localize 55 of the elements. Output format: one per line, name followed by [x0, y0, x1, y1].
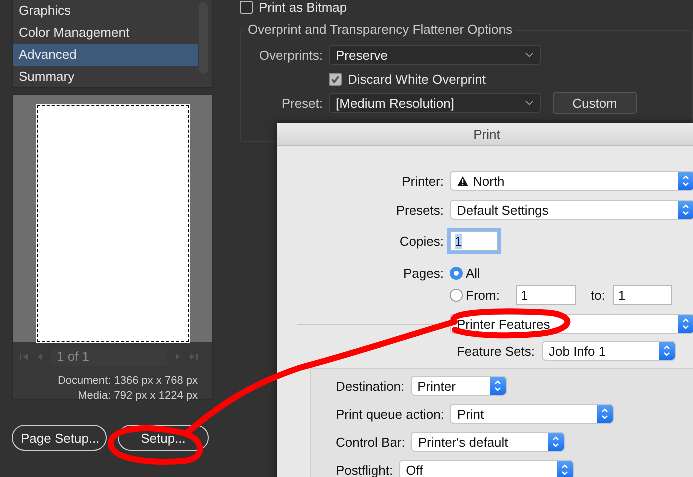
last-page-icon[interactable]	[189, 352, 199, 362]
category-item[interactable]: Graphics	[13, 0, 198, 22]
field-label: Presets:	[395, 202, 444, 218]
stepper-icon	[597, 405, 614, 423]
overprints-dropdown[interactable]: Preserve	[329, 45, 541, 65]
warning-icon	[457, 176, 469, 186]
checkbox[interactable]	[329, 72, 342, 86]
from-page-field[interactable]: 1	[516, 285, 576, 305]
preset-dropdown[interactable]: [Medium Resolution]	[329, 93, 541, 113]
checkbox[interactable]	[240, 0, 253, 14]
chevron-icon	[525, 100, 534, 106]
device-select[interactable]: North	[450, 171, 693, 191]
field-label: Overprints:	[258, 48, 323, 62]
stepper-icon	[490, 377, 506, 395]
checkbox-label: Print as Bitmap	[259, 0, 348, 14]
scrollbar[interactable]	[199, 2, 208, 74]
window-title: Print	[474, 126, 500, 142]
setting-popup[interactable]: Off	[399, 460, 574, 477]
radio-button[interactable]: From:	[450, 288, 500, 302]
field-label: Destination:	[336, 378, 405, 394]
setting-popup[interactable]: Print	[450, 404, 614, 424]
field-label: Printer:	[401, 174, 444, 188]
first-page-icon[interactable]	[19, 352, 29, 362]
radio-button[interactable]: All	[450, 266, 480, 280]
feature-sets-popup[interactable]: Job Info 1	[542, 341, 676, 361]
field-label: Copies:	[398, 234, 444, 248]
to-page-field[interactable]: 1	[613, 285, 672, 305]
stepper-icon	[678, 315, 693, 333]
category-item[interactable]: Color Management	[13, 22, 198, 44]
setting-popup[interactable]: Printer's default	[411, 432, 566, 452]
group-title: Overprint and Transparency Flattener Options	[245, 22, 516, 37]
stepper-icon	[557, 461, 574, 477]
checkbox-label: Discard White Overprint	[348, 72, 486, 86]
field-label: Control Bar:	[336, 434, 406, 450]
stepper-icon	[659, 342, 675, 360]
category-item[interactable]: Advanced	[13, 44, 198, 66]
field-label: Pages:	[402, 266, 444, 280]
field-label: to:	[590, 288, 606, 302]
field-label: Print queue action:	[336, 406, 444, 422]
field-label: Postflight:	[336, 462, 394, 477]
media-size-text: Media: 792 px x 1224 px	[78, 389, 198, 404]
page-setup-button[interactable]: Page Setup...	[12, 425, 107, 451]
category-item[interactable]: Summary	[13, 66, 198, 88]
presets-popup[interactable]: Default Settings	[450, 200, 693, 220]
setting-popup[interactable]: Printer	[410, 376, 507, 396]
setup-button[interactable]: Setup...	[118, 425, 209, 451]
field-label: Feature Sets:	[456, 344, 535, 358]
stepper-icon	[678, 172, 693, 190]
document-size-text: Document: 1366 px x 768 px	[58, 374, 198, 389]
copies-field[interactable]: 1	[450, 231, 498, 251]
stepper-icon	[548, 433, 564, 451]
field-label: Preset:	[280, 96, 323, 110]
chevron-icon	[525, 52, 534, 58]
custom-button[interactable]: Custom	[553, 92, 637, 114]
stepper-icon	[678, 201, 693, 219]
